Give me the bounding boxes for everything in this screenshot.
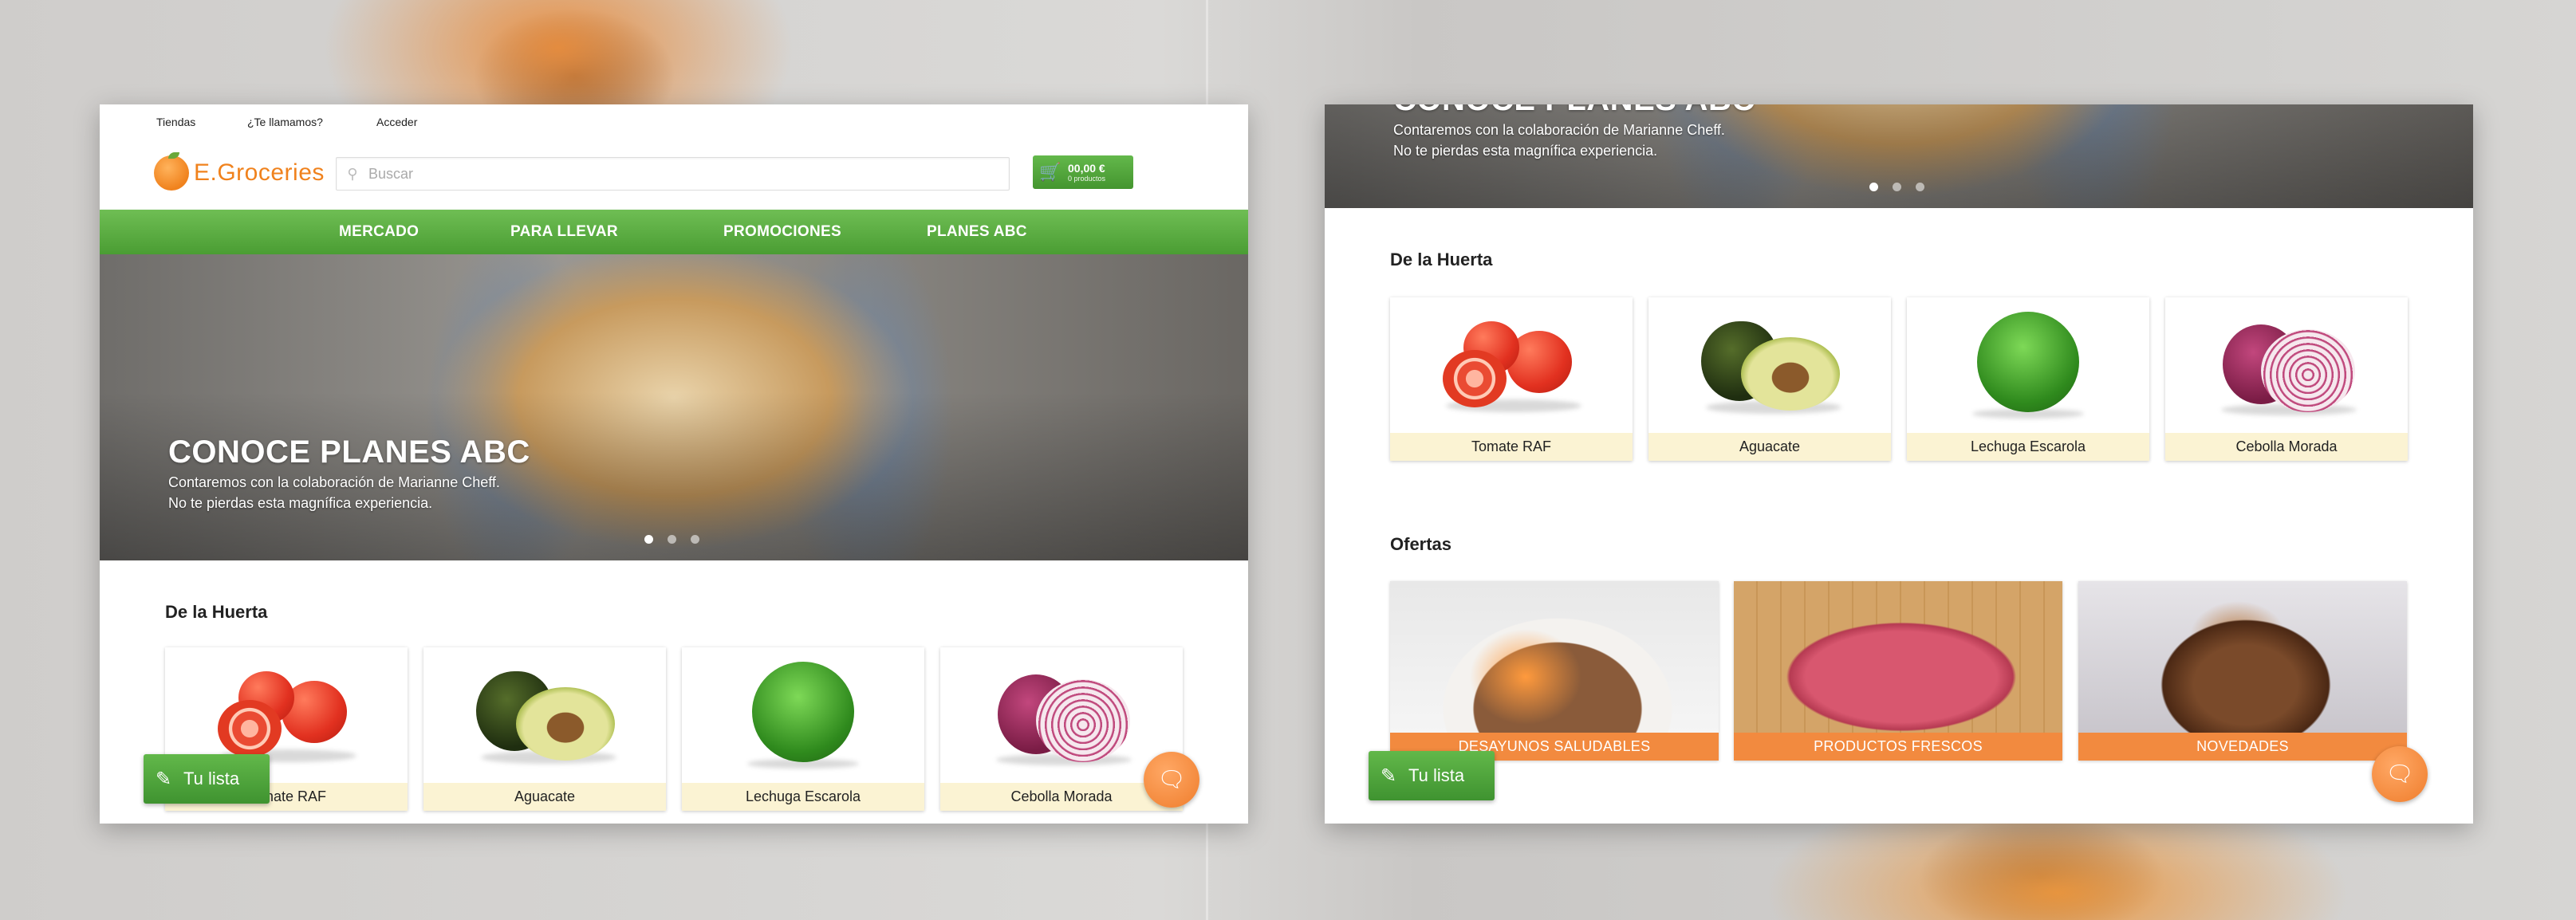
lettuce-image (1907, 297, 2149, 433)
tomato-image (1390, 297, 1633, 433)
tu-lista-button[interactable]: ✎ Tu lista (1369, 751, 1495, 800)
cart-count: 0 productos (1068, 175, 1106, 183)
carousel-dot-2[interactable] (1893, 183, 1901, 191)
offer-card-desayunos[interactable]: DESAYUNOS SALUDABLES (1390, 581, 1719, 761)
avocado-image (1648, 297, 1891, 433)
carousel-dot-3[interactable] (1916, 183, 1924, 191)
carousel-dot-3[interactable] (691, 535, 699, 544)
product-label: Cebolla Morada (2165, 433, 2408, 461)
product-card-cebolla[interactable]: Cebolla Morada (2165, 297, 2408, 461)
section-title-huerta: De la Huerta (165, 602, 268, 622)
steak-image (1734, 581, 2062, 733)
offer-label: PRODUCTOS FRESCOS (1734, 733, 2062, 761)
search-box: ⚲ (336, 157, 1010, 191)
screen-home-top: Tiendas ¿Te llamamos? Acceder E.Grocerie… (100, 104, 1248, 824)
section-title-huerta: De la Huerta (1390, 250, 1493, 269)
stores-link[interactable]: Tiendas (156, 116, 195, 128)
orange-logo-icon (154, 152, 189, 191)
carousel-dot-1[interactable] (644, 535, 653, 544)
product-card-tomate[interactable]: Tomate RAF (1390, 297, 1633, 461)
tu-lista-label: Tu lista (183, 769, 240, 788)
hero-title: CONOCE PLANES ABC (1393, 104, 1755, 118)
header: E.Groceries ⚲ 🛒 00,00 € 0 productos (100, 140, 1248, 210)
hero-banner[interactable]: CONOCE PLANES ABC Contaremos con la cola… (100, 254, 1248, 560)
offer-card-novedades[interactable]: NOVEDADES (2078, 581, 2407, 761)
tu-lista-label: Tu lista (1408, 765, 1465, 785)
hero-banner[interactable]: CONOCE PLANES ABC Contaremos con la cola… (1325, 104, 2473, 208)
lettuce-image (682, 647, 924, 783)
hero-text: CONOCE PLANES ABC Contaremos con la cola… (168, 434, 530, 513)
notepad-icon: ✎ (155, 768, 172, 790)
notepad-icon: ✎ (1380, 765, 1397, 787)
hero-subtitle-2: No te pierdas esta magnífica experiencia… (1393, 143, 1658, 159)
onion-image (2165, 297, 2408, 433)
avocado-image (423, 647, 666, 783)
nav-item-promociones[interactable]: PROMOCIONES (723, 223, 841, 241)
product-label: Lechuga Escarola (682, 783, 924, 811)
product-card-aguacate[interactable]: Aguacate (423, 647, 666, 811)
product-label: Aguacate (1648, 433, 1891, 461)
call-me-link[interactable]: ¿Te llamamos? (247, 116, 323, 128)
screen-home-scrolled: CONOCE PLANES ABC Contaremos con la cola… (1325, 104, 2473, 824)
product-label: Tomate RAF (1390, 433, 1633, 461)
cart-total: 00,00 € (1068, 162, 1105, 175)
logo[interactable]: E.Groceries (154, 152, 325, 193)
main-nav: MERCADO PARA LLEVAR PROMOCIONES PLANES A… (100, 210, 1248, 254)
offer-card-frescos[interactable]: PRODUCTOS FRESCOS (1734, 581, 2062, 761)
product-card-aguacate[interactable]: Aguacate (1648, 297, 1891, 461)
onion-image (940, 647, 1183, 783)
hero-text: CONOCE PLANES ABC Contaremos con la cola… (1393, 104, 1755, 161)
hero-subtitle-1: Contaremos con la colaboración de Marian… (168, 474, 500, 490)
hero-subtitle-2: No te pierdas esta magnífica experiencia… (168, 495, 433, 511)
cart-icon: 🛒 (1039, 162, 1062, 182)
brand-name: E.Groceries (194, 159, 325, 186)
nav-item-planes-abc[interactable]: PLANES ABC (927, 223, 1027, 241)
chat-icon: 🗨 (2385, 761, 2414, 786)
chat-button[interactable]: 🗨 (2372, 746, 2428, 802)
chocolate-image (2078, 581, 2407, 733)
chat-icon: 🗨 (1157, 767, 1186, 792)
top-bar: Tiendas ¿Te llamamos? Acceder (100, 104, 1248, 140)
hero-subtitle-1: Contaremos con la colaboración de Marian… (1393, 122, 1725, 138)
carousel-dot-2[interactable] (668, 535, 676, 544)
login-link[interactable]: Acceder (376, 116, 417, 128)
search-icon: ⚲ (347, 165, 358, 182)
tu-lista-button[interactable]: ✎ Tu lista (144, 754, 270, 804)
product-label: Aguacate (423, 783, 666, 811)
product-card-lechuga[interactable]: Lechuga Escarola (682, 647, 924, 811)
hero-title: CONOCE PLANES ABC (168, 434, 530, 470)
carousel-dot-1[interactable] (1869, 183, 1878, 191)
product-label: Lechuga Escarola (1907, 433, 2149, 461)
search-input[interactable] (368, 165, 975, 183)
product-card-lechuga[interactable]: Lechuga Escarola (1907, 297, 2149, 461)
breakfast-bowl-image (1390, 581, 1719, 733)
chat-button[interactable]: 🗨 (1144, 752, 1199, 808)
nav-item-para-llevar[interactable]: PARA LLEVAR (510, 223, 618, 241)
nav-item-mercado[interactable]: MERCADO (339, 223, 419, 241)
section-title-ofertas: Ofertas (1390, 534, 1452, 554)
carousel-dots (1869, 183, 1924, 191)
cart-button[interactable]: 🛒 00,00 € 0 productos (1033, 155, 1133, 189)
carousel-dots (644, 535, 699, 544)
offer-label: NOVEDADES (2078, 733, 2407, 761)
